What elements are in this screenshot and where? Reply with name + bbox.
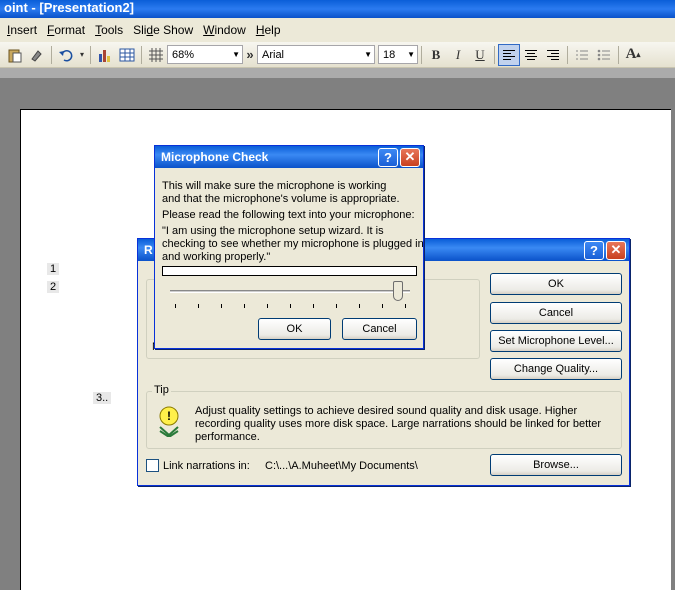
- browse-button[interactable]: Browse...: [490, 454, 622, 476]
- toolbar-separator: [494, 45, 495, 64]
- toolbar-separator: [421, 45, 422, 64]
- undo-icon[interactable]: [55, 44, 77, 66]
- instruction-text: and that the microphone's volume is appr…: [162, 193, 400, 205]
- link-narrations-label: Link narrations in:: [163, 460, 250, 472]
- formatting-toolbar: ▾ 68% ▼ » Arial ▼ 18 ▼ B I U A ▴: [0, 42, 675, 68]
- zoom-select[interactable]: 68% ▼: [167, 45, 243, 64]
- sample-text: checking to see whether my microphone is…: [162, 238, 424, 250]
- slider-tick: [267, 304, 268, 308]
- show-grid-icon[interactable]: [145, 44, 167, 66]
- slider-tick: [175, 304, 176, 308]
- bold-icon[interactable]: B: [425, 44, 447, 66]
- ok-button[interactable]: OK: [258, 318, 331, 340]
- slider-tick: [336, 304, 337, 308]
- slider-tick: [382, 304, 383, 308]
- undo-dropdown-icon[interactable]: ▾: [77, 44, 87, 66]
- link-narrations-checkbox[interactable]: [146, 459, 159, 472]
- slider-tick: [359, 304, 360, 308]
- toolbar-options-icon[interactable]: »: [243, 44, 257, 66]
- slider-tick: [313, 304, 314, 308]
- set-microphone-level-button[interactable]: Set Microphone Level...: [490, 330, 622, 352]
- help-icon[interactable]: ?: [584, 240, 604, 260]
- tip-label: Tip: [152, 384, 171, 396]
- slider-tick: [405, 304, 406, 308]
- link-narrations-path: C:\...\A.Muheet\My Documents\: [265, 460, 418, 472]
- align-center-icon[interactable]: [520, 44, 542, 66]
- microphone-check-dialog: Microphone Check ? ✕ This will make sure…: [154, 145, 424, 349]
- instruction-text: Please read the following text into your…: [162, 209, 415, 221]
- chevron-down-icon: ▼: [407, 50, 415, 59]
- bullet-list-icon[interactable]: [593, 44, 615, 66]
- toolbar-separator: [567, 45, 568, 64]
- tip-text: Adjust quality settings to achieve desir…: [195, 405, 578, 417]
- slide-outline-number: 2: [47, 281, 60, 293]
- slider-tick: [290, 304, 291, 308]
- slide-outline-number: 3..: [93, 392, 112, 404]
- volume-slider-track[interactable]: [170, 290, 410, 293]
- insert-chart-icon[interactable]: [94, 44, 116, 66]
- app-title-bar: oint - [Presentation2]: [0, 0, 675, 18]
- slide-outline-number: 1: [47, 263, 60, 275]
- menu-slide-show[interactable]: Slide Show: [128, 20, 198, 40]
- toolbar-separator: [141, 45, 142, 64]
- toolbar-separator: [51, 45, 52, 64]
- dialog-title: R: [144, 243, 153, 257]
- menu-format[interactable]: Format: [42, 20, 90, 40]
- volume-slider-thumb[interactable]: [393, 281, 403, 301]
- align-left-icon[interactable]: [498, 43, 520, 66]
- dialog-title: Microphone Check: [161, 150, 269, 164]
- toolbar-separator: [90, 45, 91, 64]
- menu-bar: Insert Format Tools Slide Show Window He…: [0, 18, 675, 42]
- align-right-icon[interactable]: [542, 44, 564, 66]
- microphone-check-title-bar: Microphone Check ? ✕: [155, 146, 423, 168]
- sample-text: "I am using the microphone setup wizard.…: [162, 225, 384, 237]
- sample-text: and working properly.": [162, 251, 271, 263]
- tip-text: recording quality uses more disk space. …: [195, 418, 602, 430]
- format-painter-icon[interactable]: [26, 44, 48, 66]
- ruler: [0, 68, 675, 78]
- app-title: oint - [Presentation2]: [4, 0, 135, 15]
- insert-table-icon[interactable]: [116, 44, 138, 66]
- italic-icon[interactable]: I: [447, 44, 469, 66]
- change-quality-button[interactable]: Change Quality...: [490, 358, 622, 380]
- input-level-meter: [162, 266, 417, 276]
- close-icon[interactable]: ✕: [606, 240, 626, 260]
- ok-button[interactable]: OK: [490, 273, 622, 295]
- numbered-list-icon[interactable]: [571, 44, 593, 66]
- font-size-select[interactable]: 18 ▼: [378, 45, 418, 64]
- menu-window[interactable]: Window: [198, 20, 251, 40]
- menu-help[interactable]: Help: [251, 20, 286, 40]
- paste-icon[interactable]: [4, 44, 26, 66]
- increase-font-size-icon[interactable]: A ▴: [622, 44, 644, 66]
- help-icon[interactable]: ?: [378, 147, 398, 167]
- cancel-button[interactable]: Cancel: [342, 318, 417, 340]
- chevron-down-icon: ▼: [364, 50, 372, 59]
- chevron-down-icon: ▼: [232, 50, 240, 59]
- cancel-button[interactable]: Cancel: [490, 302, 622, 324]
- close-icon[interactable]: ✕: [400, 147, 420, 167]
- slider-tick: [221, 304, 222, 308]
- tip-lightbulb-icon: !: [156, 405, 182, 439]
- font-select[interactable]: Arial ▼: [257, 45, 375, 64]
- tip-text: performance.: [195, 431, 260, 443]
- underline-icon[interactable]: U: [469, 44, 491, 66]
- menu-insert[interactable]: Insert: [2, 20, 42, 40]
- slider-tick: [244, 304, 245, 308]
- menu-tools[interactable]: Tools: [90, 20, 128, 40]
- slider-tick: [198, 304, 199, 308]
- instruction-text: This will make sure the microphone is wo…: [162, 180, 387, 192]
- svg-text:!: !: [167, 409, 171, 423]
- toolbar-separator: [618, 45, 619, 64]
